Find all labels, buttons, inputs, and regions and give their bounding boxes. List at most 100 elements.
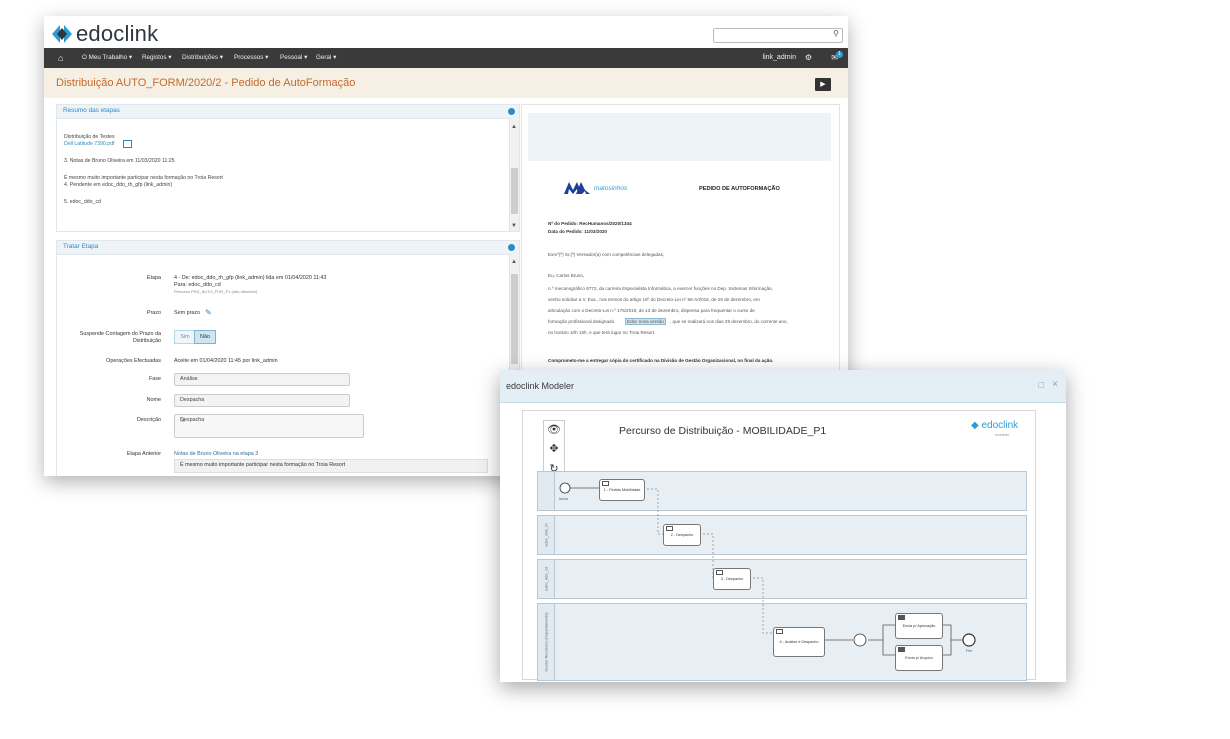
- task-label: 1 - Pedido Mobilidade: [603, 488, 641, 492]
- nome-value: Despacha: [180, 397, 205, 403]
- end-label: Fim: [966, 649, 973, 653]
- resumo-line: É mesmo muito importante participar nest…: [64, 175, 223, 181]
- resumo-line: 5. edoc_ddo_cd: [64, 199, 101, 205]
- scroll-thumb[interactable]: [511, 274, 518, 364]
- document-pedido-date: Data do Pedido: 11/03/2020: [548, 229, 607, 234]
- document-text: articulação com o Decreto-Lei n.º 175/20…: [548, 308, 755, 313]
- play-button[interactable]: ▶: [815, 78, 831, 91]
- gear-icon[interactable]: ⚙: [805, 48, 812, 68]
- suspende-label-2: Distribuição: [132, 338, 161, 344]
- fase-label: Fase: [149, 376, 161, 382]
- document-text: Eu, Carlos Bruno,: [548, 273, 585, 278]
- process-task[interactable]: 4 - Análise e Despacho: [773, 627, 825, 657]
- top-navbar: ⌂ O Meu Trabalho ▾ Registos ▾ Distribuiç…: [44, 48, 848, 68]
- attachment-link[interactable]: Dell Latitude 7390.pdf: [64, 141, 114, 147]
- etapa-label: Etapa: [146, 275, 161, 281]
- user-menu[interactable]: link_admin: [763, 48, 796, 68]
- collapse-icon[interactable]: [508, 108, 515, 115]
- resumo-panel-header[interactable]: Resumo das etapas: [57, 105, 519, 119]
- edoclink-logo-icon: [52, 25, 72, 43]
- nav-o-meu-trabalho[interactable]: O Meu Trabalho ▾: [82, 48, 132, 68]
- nav-distribuicoes[interactable]: Distribuições ▾: [182, 48, 223, 68]
- scroll-up-icon[interactable]: ▲: [511, 124, 517, 130]
- document-text-start: formação profissional designado: [548, 319, 615, 324]
- scroll-thumb[interactable]: [511, 168, 518, 214]
- descricao-label: Descrição: [137, 417, 161, 423]
- resumo-line: 3. Notas de Bruno Oliveira em 11/03/2020…: [64, 158, 175, 164]
- matosinhos-logo-text: matosinhos: [594, 185, 628, 192]
- process-task[interactable]: 1 - Pedido Mobilidade: [599, 479, 645, 501]
- tratar-panel-header[interactable]: Tratar Etapa: [57, 241, 519, 255]
- document-text: venho solicitar a V. Exa., nos termos do…: [548, 297, 760, 302]
- edit-icon[interactable]: ✎: [205, 308, 212, 317]
- search-input[interactable]: ⚲: [713, 28, 843, 43]
- suspende-label: Suspende Contagem do Prazo da: [79, 331, 161, 337]
- tratar-panel-title: Tratar Etapa: [63, 243, 99, 250]
- process-task[interactable]: Envia p/ Arquivo: [895, 645, 943, 671]
- resumo-panel-title: Resumo das etapas: [63, 107, 120, 114]
- start-label: Início: [559, 497, 569, 501]
- nav-processos[interactable]: Processos ▾: [234, 48, 268, 68]
- etapa-value: 4 - De: edoc_ddo_rh_gfp (link_admin) lid…: [174, 275, 327, 281]
- document-banner: [528, 113, 831, 161]
- operacoes-value: Aceite em 01/04/2020 11:45 por link_admi…: [174, 358, 278, 364]
- prazo-value: Sem prazo: [174, 310, 201, 316]
- nome-label: Nome: [146, 397, 161, 403]
- document-text: no horário 10h 15h, e que terá lugar no …: [548, 330, 656, 335]
- close-icon[interactable]: ×: [1052, 379, 1058, 390]
- process-task[interactable]: 3 - Despacho: [713, 568, 751, 590]
- operacoes-label: Operações Efectuadas: [106, 358, 161, 364]
- page-title-bar: Distribuição AUTO_FORM/2020/2 - Pedido d…: [44, 68, 848, 98]
- task-label: Envia p/ Arquivo: [905, 656, 933, 660]
- modeler-window: edoclink Modeler □ × 👁 ✥ ↻ ➚ Percurso de…: [500, 370, 1066, 682]
- sim-toggle[interactable]: Sim: [174, 330, 196, 344]
- etapa-anterior-value: Notas de Bruno Oliveira na etapa 3: [174, 451, 259, 457]
- process-task[interactable]: 2 - Despacho: [663, 524, 701, 546]
- etapa-anterior-note-text: É mesmo muito importante participar nest…: [180, 462, 346, 468]
- document-heading: PEDIDO DE AUTOFORMAÇÃO: [699, 186, 780, 192]
- maximize-icon[interactable]: □: [1039, 380, 1044, 390]
- notification-badge: 1: [836, 51, 843, 58]
- document-pedido-number: Nº do Pedido: RecHumanos/2020/1344: [548, 221, 632, 226]
- nav-registos[interactable]: Registos ▾: [142, 48, 171, 68]
- scroll-down-icon[interactable]: ▼: [511, 223, 517, 229]
- nav-pessoal[interactable]: Pessoal ▾: [280, 48, 307, 68]
- edoclink-logo[interactable]: edoclink: [52, 21, 158, 46]
- task-label: Envia p/ Aprovação: [902, 624, 936, 628]
- prazo-label: Prazo: [146, 310, 161, 316]
- pdf-icon[interactable]: [123, 140, 132, 148]
- end-event-icon[interactable]: [962, 633, 976, 647]
- resumo-line: Distribuição de Testes: [64, 134, 115, 140]
- matosinhos-logo-icon: [564, 182, 590, 194]
- fase-value: Análise: [180, 376, 198, 382]
- nome-field[interactable]: Despacha: [174, 394, 350, 407]
- process-task[interactable]: Envia p/ Aprovação: [895, 613, 943, 639]
- resize-icon[interactable]: ⇲: [180, 417, 361, 436]
- nav-geral[interactable]: Geral ▾: [316, 48, 336, 68]
- document-commitment: Comprometo-me a entregar cópia do certif…: [548, 358, 774, 363]
- nao-toggle[interactable]: Não: [194, 330, 216, 344]
- task-label: 4 - Análise e Despacho: [779, 640, 819, 644]
- etapa-anterior-note: É mesmo muito importante participar nest…: [174, 459, 488, 473]
- home-icon[interactable]: ⌂: [58, 48, 63, 68]
- document-greeting: Exmº(ª) Sr.(ª) Vereador(a) com competênc…: [548, 252, 665, 257]
- etapa-para: Para: edoc_ddo_cd: [174, 282, 221, 288]
- document-text-end: , que se realizará nos dias 29 dezembro,…: [670, 319, 788, 324]
- modeler-canvas[interactable]: 👁 ✥ ↻ ➚ Percurso de Distribuição - MOBIL…: [522, 410, 1036, 681]
- start-event-icon[interactable]: [559, 482, 571, 494]
- gateway-event-icon[interactable]: [853, 633, 867, 647]
- collapse-icon[interactable]: [508, 244, 515, 251]
- etapa-percurso: Percurso PED_AUTO_FOR_P1 (não alterável): [174, 289, 258, 294]
- resumo-scrollbar[interactable]: ▲ ▼: [509, 118, 519, 231]
- search-icon[interactable]: ⚲: [833, 29, 839, 38]
- modeler-header[interactable]: edoclink Modeler □ ×: [500, 370, 1066, 403]
- scroll-up-icon[interactable]: ▲: [511, 259, 517, 265]
- document-highlight: Edoc nova versão: [625, 318, 666, 325]
- task-label: 3 - Despacho: [720, 577, 744, 581]
- descricao-field[interactable]: Despacha ⇲: [174, 414, 364, 438]
- document-text: n.º mecanográfico 6772, da carreira Espe…: [548, 286, 773, 291]
- document-preview: matosinhos PEDIDO DE AUTOFORMAÇÃO Nº do …: [521, 104, 840, 406]
- tratar-etapa-panel: Tratar Etapa Etapa 4 - De: edoc_ddo_rh_g…: [56, 240, 520, 476]
- page-title: Distribuição AUTO_FORM/2020/2 - Pedido d…: [56, 77, 356, 89]
- fase-field[interactable]: Análise: [174, 373, 350, 386]
